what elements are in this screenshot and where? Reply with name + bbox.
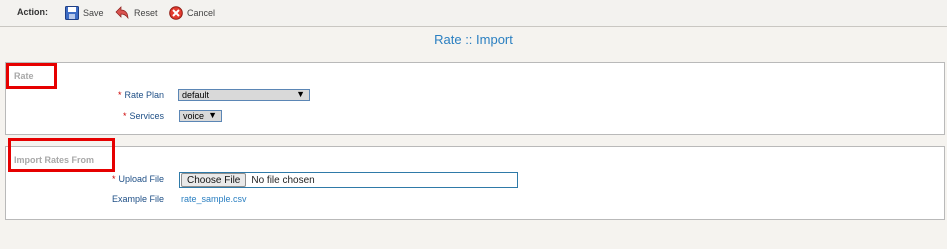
page-title: Rate :: Import [434,32,513,47]
rate-section: Rate * Rate Plan default ▼ * Services voic… [5,62,945,135]
reset-button[interactable]: Reset [114,4,158,22]
required-mark: * [122,111,127,121]
dropdown-arrow-icon: ▼ [296,89,305,99]
required-mark: * [117,90,122,100]
required-mark: * [111,174,116,184]
dropdown-arrow-icon: ▼ [208,110,217,120]
cancel-label: Cancel [187,8,216,18]
save-label: Save [83,8,104,18]
close-icon [169,6,183,20]
action-toolbar: Action: Save Reset Cancel [0,0,947,27]
import-highlight-box [8,138,115,172]
floppy-disk-icon [65,6,79,20]
services-value: voice [183,111,205,121]
upload-file-label-text: Upload File [118,174,164,184]
example-file-link[interactable]: rate_sample.csv [181,194,247,204]
import-rates-section: Import Rates From * Upload File Choose Fi… [5,146,945,220]
rate-plan-select[interactable]: default ▼ [178,89,310,101]
action-label: Action: [17,7,48,17]
file-status: No file chosen [251,174,315,186]
cancel-button[interactable]: Cancel [169,4,215,22]
undo-arrow-icon [114,5,130,21]
services-label: * Services [66,111,164,121]
rate-plan-label: * Rate Plan [66,90,164,100]
rate-plan-value: default [182,90,210,100]
choose-file-button[interactable]: Choose File [181,173,247,187]
rate-plan-label-text: Rate Plan [124,90,164,100]
rate-highlight-box [6,63,57,89]
example-file-label: Example File [111,194,164,204]
save-button[interactable]: Save [65,4,104,22]
upload-file-label: * Upload File [66,174,164,184]
upload-file-input[interactable]: Choose File No file chosen [179,172,518,188]
reset-label: Reset [134,8,158,18]
services-select[interactable]: voice ▼ [179,110,222,122]
services-label-text: Services [129,111,164,121]
